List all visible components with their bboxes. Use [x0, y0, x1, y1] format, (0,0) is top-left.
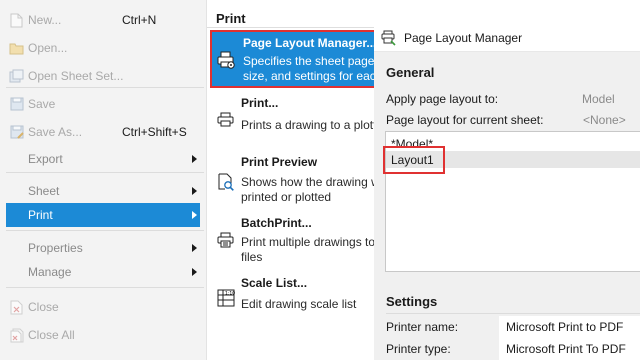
settings-divider: [386, 313, 640, 314]
scale-list-icon: 1:10: [217, 289, 235, 307]
current-layout-label: Page layout for current sheet:: [386, 113, 544, 127]
menu-item-properties[interactable]: Properties: [0, 236, 206, 260]
menu-item-label: Save: [28, 97, 56, 111]
menu-item-print[interactable]: Print: [6, 203, 200, 227]
menu-item-label: Print: [28, 208, 53, 222]
menu-separator: [6, 87, 204, 88]
menu-item-sheet[interactable]: Sheet: [0, 179, 206, 203]
submenu-item-description: files: [241, 250, 263, 264]
menu-separator: [6, 230, 204, 231]
menu-item-manage[interactable]: Manage: [0, 260, 206, 284]
print-preview-icon: [217, 173, 235, 191]
menu-item-label: Open...: [28, 41, 68, 55]
submenu-item-page-layout-manager[interactable]: Page Layout Manager... Specifies the she…: [210, 30, 383, 88]
settings-section-header: Settings: [386, 294, 438, 309]
apply-layout-value: Model: [582, 92, 615, 106]
printer-type-value: Microsoft Print To PDF: [506, 342, 626, 356]
submenu-arrow-icon: [192, 211, 197, 219]
submenu-item-title: Print...: [241, 96, 279, 110]
shortcut-text: Ctrl+N: [122, 13, 157, 27]
close-all-icon: [9, 328, 24, 343]
submenu-item-print[interactable]: Print... Prints a drawing to a plott: [210, 92, 380, 140]
panel-title: Page Layout Manager: [404, 31, 523, 45]
submenu-item-description: printed or plotted: [241, 190, 332, 204]
menu-item-save[interactable]: Save: [0, 92, 206, 116]
submenu-item-title: BatchPrint...: [241, 216, 312, 230]
menu-item-close[interactable]: Close: [0, 295, 206, 319]
submenu-item-title: Print Preview: [241, 155, 318, 169]
callout-highlight-box: [383, 146, 445, 174]
menu-item-label: Open Sheet Set...: [28, 69, 124, 83]
submenu-item-description: Shows how the drawing will: [241, 175, 388, 189]
submenu-item-print-preview[interactable]: Print Preview Shows how the drawing will…: [210, 152, 388, 204]
submenu-item-title: Page Layout Manager...: [243, 36, 377, 50]
submenu-item-description: Edit drawing scale list: [241, 297, 357, 311]
page-layout-manager-icon: [380, 30, 396, 46]
batch-print-icon: [217, 232, 235, 250]
submenu-item-title: Scale List...: [241, 276, 308, 290]
submenu-item-description: Print multiple drawings to: [241, 235, 376, 249]
menu-item-label: Close: [28, 300, 59, 314]
new-document-icon: [9, 13, 24, 28]
menu-item-label: New...: [28, 13, 62, 27]
print-submenu: Print Page Layout Manager... Specifies t…: [206, 0, 388, 360]
menu-item-open[interactable]: Open...: [0, 36, 206, 60]
page-layout-printer-icon: [217, 51, 235, 69]
menu-item-label: Manage: [28, 265, 72, 279]
apply-layout-label: Apply page layout to:: [386, 92, 499, 106]
application-menu: New... Ctrl+N Open... Open Sheet Set... …: [0, 0, 206, 360]
printer-icon: [217, 112, 235, 130]
printer-name-label: Printer name:: [386, 320, 459, 334]
menu-item-export[interactable]: Export: [0, 147, 206, 171]
submenu-header: Print: [216, 11, 246, 26]
open-folder-icon: [9, 41, 24, 56]
submenu-item-scale-list[interactable]: 1:10 Scale List... Edit drawing scale li…: [210, 272, 380, 318]
submenu-item-batch-print[interactable]: BatchPrint... Print multiple drawings to…: [210, 212, 380, 266]
menu-item-open-sheet-set[interactable]: Open Sheet Set...: [0, 64, 206, 88]
submenu-item-description: Specifies the sheet page,: [243, 54, 378, 68]
current-layout-value: <None>: [583, 113, 626, 127]
menu-item-label: Close All: [28, 328, 75, 342]
shortcut-text: Ctrl+Shift+S: [122, 125, 187, 139]
menu-item-label: Properties: [28, 241, 83, 255]
submenu-item-description: Prints a drawing to a plott: [241, 118, 377, 132]
close-document-icon: [9, 300, 24, 315]
submenu-arrow-icon: [192, 187, 197, 195]
sheet-set-icon: [9, 69, 24, 84]
menu-separator: [6, 172, 204, 173]
save-icon: [9, 97, 24, 112]
menu-item-save-as[interactable]: Save As... Ctrl+Shift+S: [0, 120, 206, 144]
submenu-arrow-icon: [192, 155, 197, 163]
printer-type-label: Printer type:: [386, 342, 451, 356]
submenu-arrow-icon: [192, 268, 197, 276]
menu-separator: [6, 287, 204, 288]
svg-text:1:10: 1:10: [225, 291, 235, 297]
menu-item-label: Sheet: [28, 184, 60, 198]
printer-name-value: Microsoft Print to PDF: [506, 320, 624, 334]
submenu-item-description: size, and settings for each: [243, 69, 383, 83]
menu-item-label: Export: [28, 152, 63, 166]
menu-item-close-all[interactable]: Close All: [0, 323, 206, 347]
submenu-divider: [207, 27, 385, 28]
panel-title-bar: Page Layout Manager: [374, 22, 640, 52]
menu-item-new[interactable]: New... Ctrl+N: [0, 8, 206, 32]
submenu-arrow-icon: [192, 244, 197, 252]
save-as-icon: [9, 125, 24, 140]
menu-item-label: Save As...: [28, 125, 83, 139]
general-section-header: General: [386, 65, 435, 80]
